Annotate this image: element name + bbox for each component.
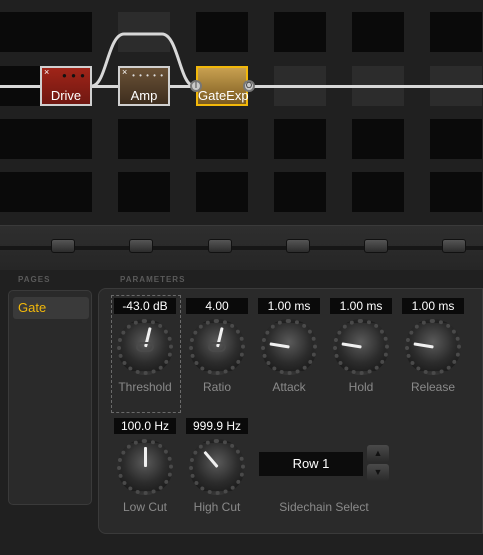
threshold-knob[interactable]	[117, 319, 173, 375]
ratio-label: Ratio	[202, 380, 231, 394]
threshold-label: Threshold	[118, 380, 172, 394]
ratio-knob[interactable]	[189, 319, 245, 375]
amp-block[interactable]: × • • • • • Amp	[118, 66, 170, 106]
chevron-up-icon[interactable]: ▲	[367, 445, 389, 462]
gateexp-block[interactable]: GateExp	[196, 66, 249, 106]
attack-value[interactable]: 1.00 ms	[258, 298, 320, 314]
grid-cell[interactable]	[352, 119, 404, 159]
sidechain-select[interactable]: Row 1	[259, 452, 363, 476]
release-label: Release	[410, 380, 456, 394]
knob-indicator	[341, 342, 362, 349]
column-handle[interactable]	[51, 239, 75, 253]
grid-cell[interactable]	[0, 172, 42, 212]
drive-block[interactable]: × ● ● ● Drive	[40, 66, 92, 106]
ratio-value[interactable]: 4.00	[186, 298, 248, 314]
signal-line	[248, 85, 483, 88]
bypass-x-icon[interactable]: ×	[44, 67, 49, 77]
signal-line	[0, 85, 40, 88]
knob-indicator	[203, 450, 219, 468]
grid-cell[interactable]	[40, 172, 92, 212]
knob-indicator	[269, 342, 290, 349]
block-editor: PAGES PARAMETERS Gate -43.0 dB Threshold…	[0, 270, 483, 555]
signal-grid: × ● ● ● Drive × • • • • • Amp GateExp I …	[0, 0, 483, 225]
pages-list: Gate	[8, 290, 92, 505]
grid-cell[interactable]	[430, 12, 482, 52]
low-cut-knob[interactable]	[117, 439, 173, 495]
high-cut-label: High Cut	[193, 500, 241, 514]
amp-head-icon: • • • • •	[132, 71, 164, 80]
input-port-icon[interactable]: I	[190, 80, 202, 92]
grid-cell[interactable]	[352, 12, 404, 52]
hold-label: Hold	[348, 380, 374, 394]
pages-header: PAGES	[18, 275, 51, 284]
page-gate-button[interactable]: Gate	[13, 297, 89, 319]
parameters-panel: -43.0 dB Threshold 4.00 Ratio 1.00 ms At…	[98, 288, 483, 534]
grid-cell[interactable]	[40, 12, 92, 52]
hold-value[interactable]: 1.00 ms	[330, 298, 392, 314]
grid-cell[interactable]	[274, 172, 326, 212]
high-cut-value[interactable]: 999.9 Hz	[186, 418, 248, 434]
grid-cell[interactable]	[430, 119, 482, 159]
bypass-x-icon[interactable]: ×	[122, 67, 127, 77]
grid-cell[interactable]	[0, 119, 42, 159]
grid-cell[interactable]	[196, 12, 248, 52]
column-handle[interactable]	[208, 239, 232, 253]
drive-block-label: Drive	[50, 88, 82, 103]
scene-slider-strip	[0, 225, 483, 270]
amp-block-label: Amp	[130, 88, 158, 103]
grid-cell[interactable]	[274, 119, 326, 159]
column-handle[interactable]	[364, 239, 388, 253]
grid-cell[interactable]	[0, 12, 42, 52]
sidechain-select-label: Sidechain Select	[279, 500, 369, 514]
release-knob[interactable]	[405, 319, 461, 375]
knob-indicator	[144, 447, 147, 467]
parameters-header: PARAMETERS	[120, 275, 186, 284]
chevron-down-icon[interactable]: ▼	[367, 464, 389, 481]
low-cut-value[interactable]: 100.0 Hz	[114, 418, 176, 434]
grid-cell[interactable]	[274, 12, 326, 52]
attack-knob[interactable]	[261, 319, 317, 375]
link-icon	[208, 342, 226, 352]
column-handle[interactable]	[129, 239, 153, 253]
column-handle[interactable]	[286, 239, 310, 253]
grid-cell[interactable]	[430, 172, 482, 212]
column-handle[interactable]	[442, 239, 466, 253]
grid-cell[interactable]	[196, 172, 248, 212]
grid-cell[interactable]	[118, 119, 170, 159]
threshold-value[interactable]: -43.0 dB	[114, 298, 176, 314]
knob-indicator	[413, 342, 434, 349]
grid-cell[interactable]	[352, 172, 404, 212]
high-cut-knob[interactable]	[189, 439, 245, 495]
low-cut-label: Low Cut	[122, 500, 168, 514]
hold-knob[interactable]	[333, 319, 389, 375]
grid-cell[interactable]	[118, 172, 170, 212]
release-value[interactable]: 1.00 ms	[402, 298, 464, 314]
grid-cell[interactable]	[196, 119, 248, 159]
attack-label: Attack	[272, 380, 306, 394]
grid-cell[interactable]	[40, 119, 92, 159]
gateexp-block-label: GateExp	[198, 88, 249, 103]
output-port-icon[interactable]: O	[243, 80, 255, 92]
drive-pedal-icon: ● ● ●	[62, 71, 86, 80]
link-icon	[136, 342, 154, 352]
